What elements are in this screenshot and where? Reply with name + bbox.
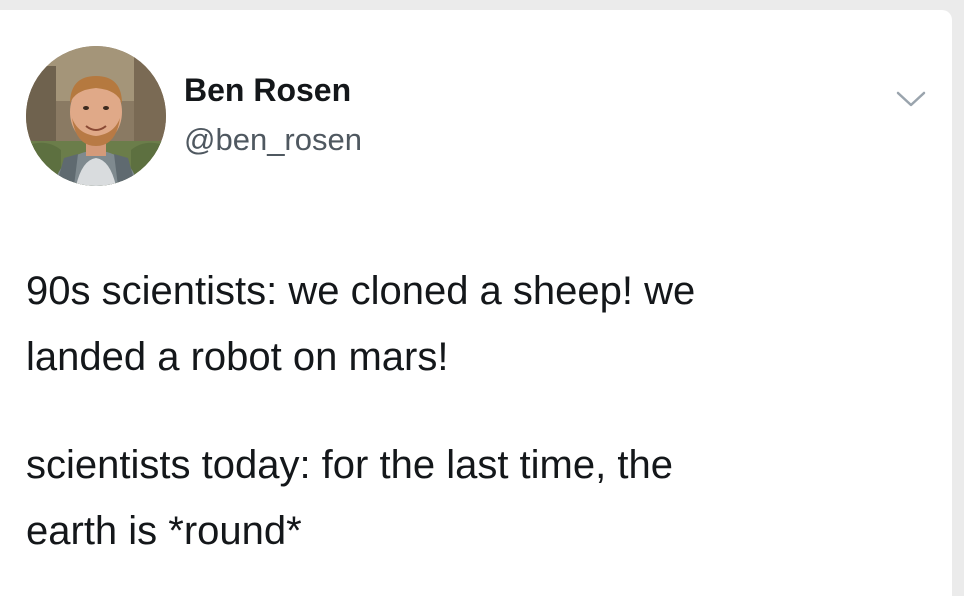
tweet-line: scientists today: for the last time, the: [26, 443, 673, 487]
avatar-photo: [26, 46, 166, 186]
tweet-line: landed a robot on mars!: [26, 335, 449, 379]
avatar[interactable]: [26, 46, 166, 186]
chevron-down-icon[interactable]: [894, 88, 928, 110]
tweet-card: Ben Rosen @ben_rosen 90s scientists: we …: [0, 10, 952, 596]
tweet-line: 90s scientists: we cloned a sheep! we: [26, 269, 696, 313]
tweet-paragraph-2: scientists today: for the last time, the…: [26, 432, 926, 564]
author-display-name[interactable]: Ben Rosen: [184, 72, 351, 109]
tweet-paragraph-1: 90s scientists: we cloned a sheep! we la…: [26, 258, 926, 390]
tweet-line: earth is *round*: [26, 509, 302, 553]
author-handle[interactable]: @ben_rosen: [184, 122, 362, 158]
